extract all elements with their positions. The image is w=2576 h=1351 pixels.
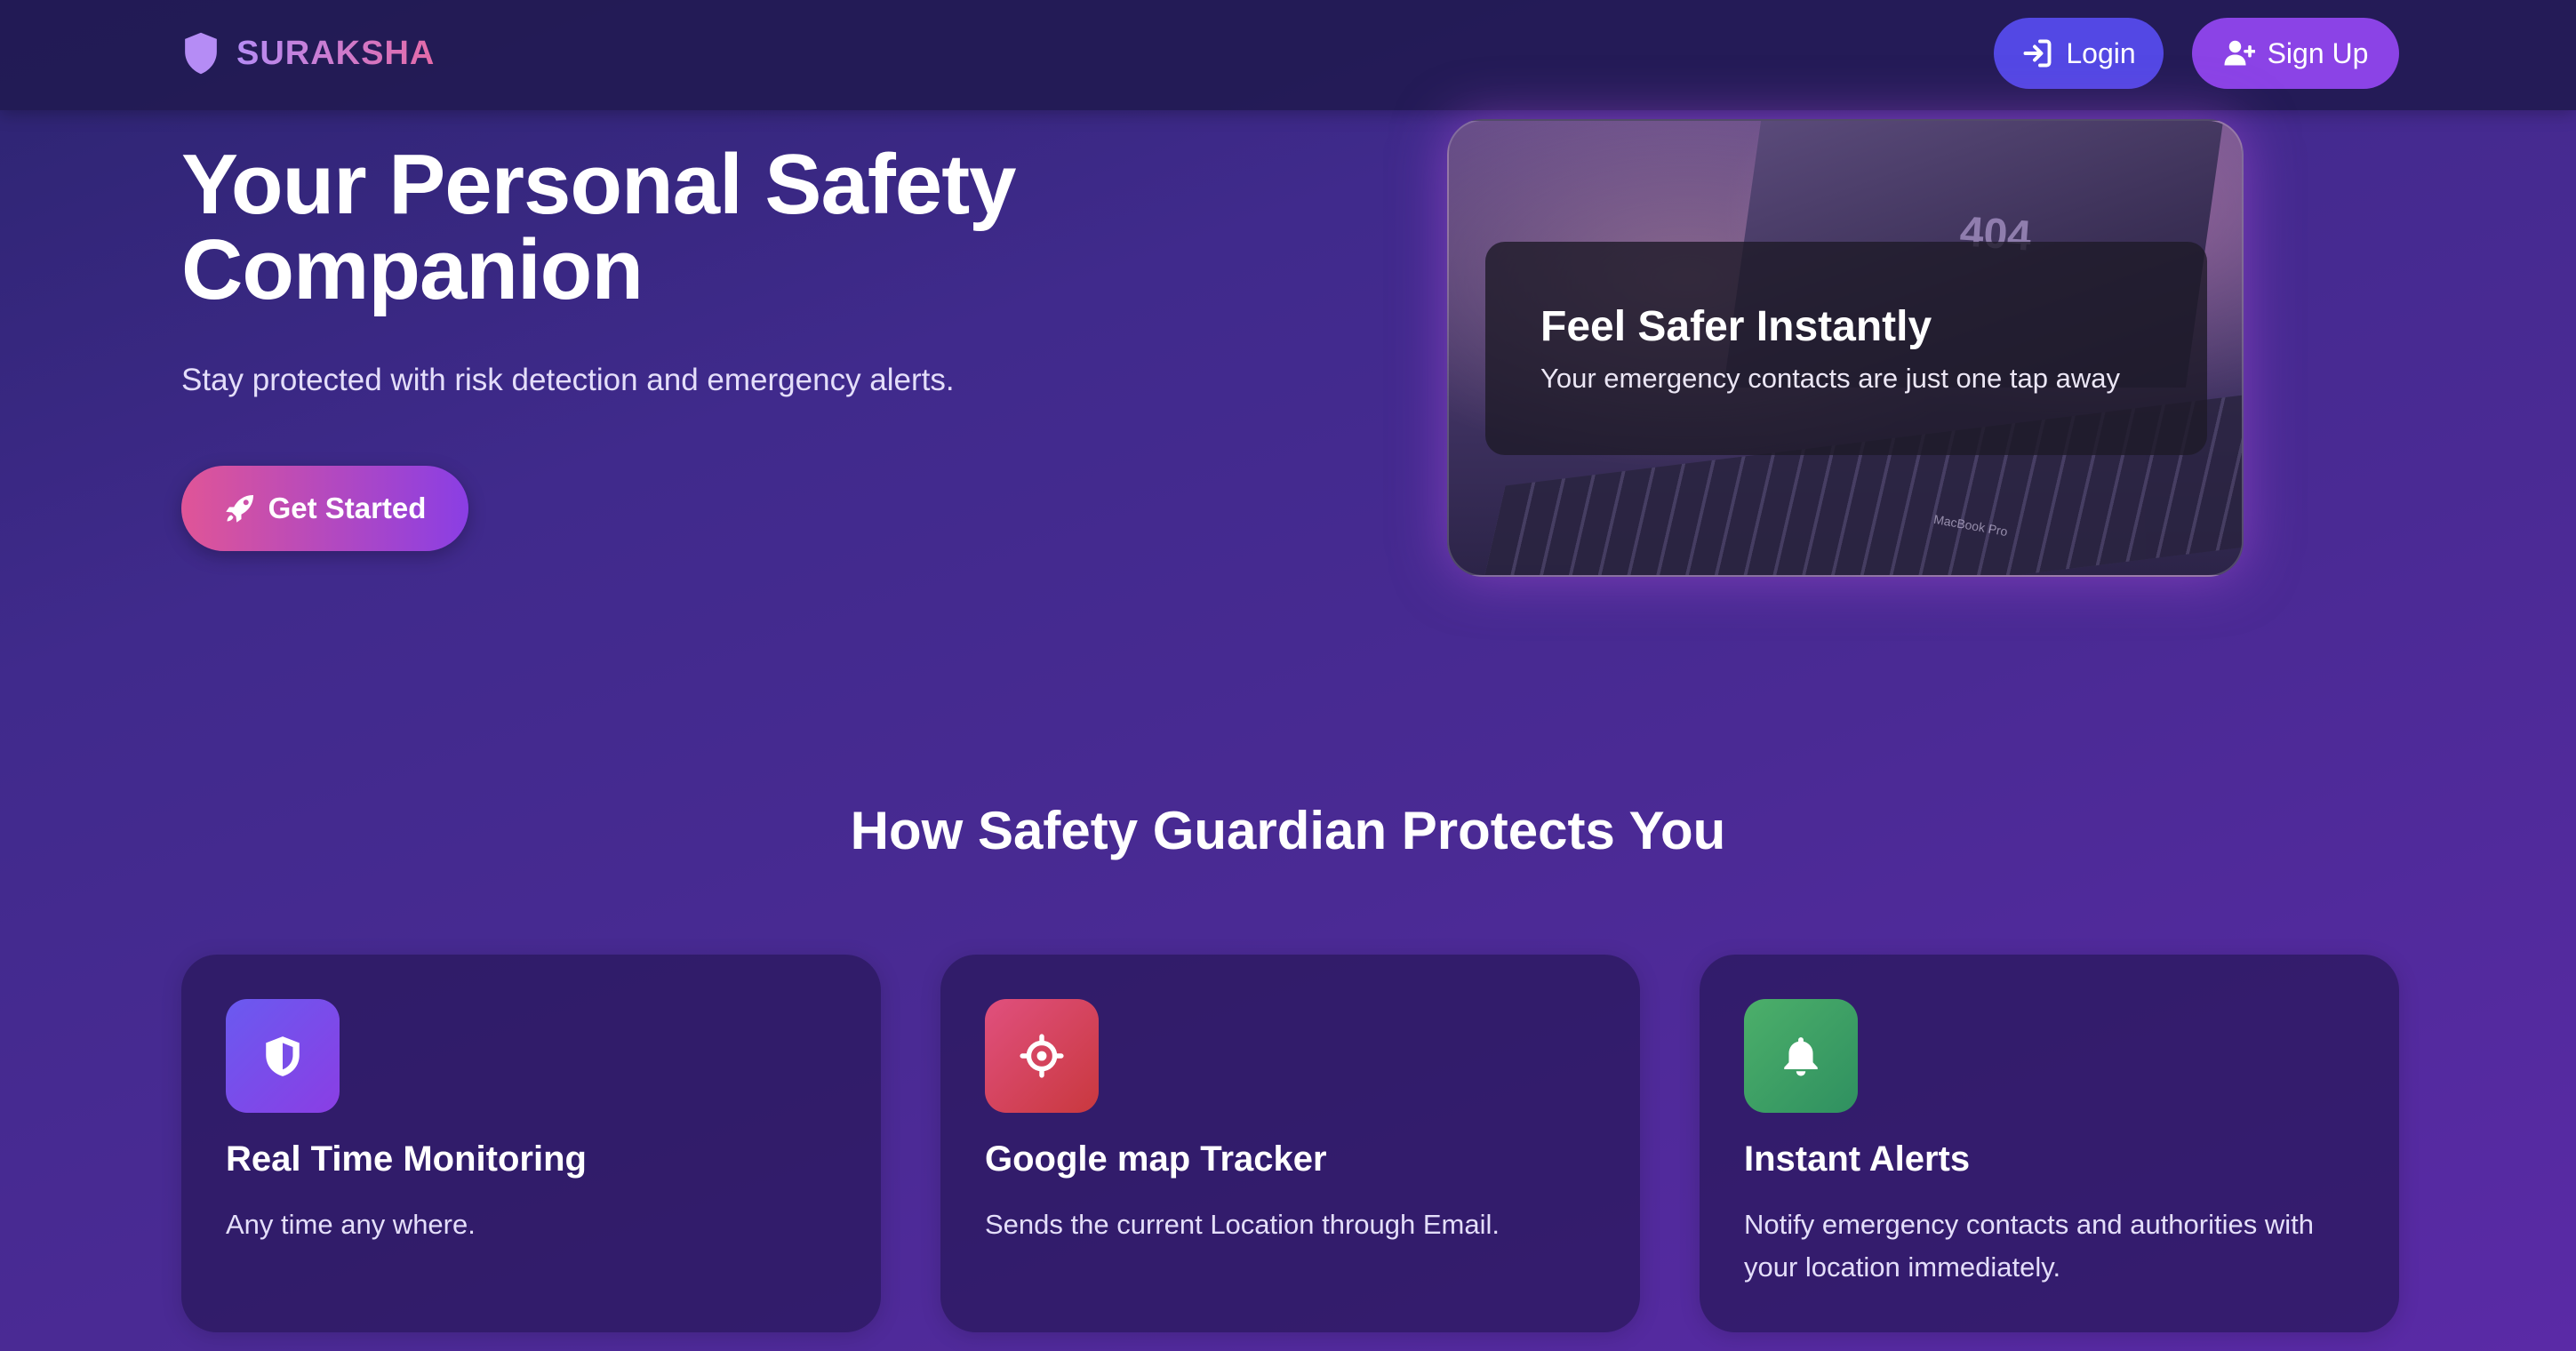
feature-description: Notify emergency contacts and authoritie… xyxy=(1744,1209,2314,1283)
hero-title: Your Personal Safety Companion xyxy=(181,137,1017,317)
bell-icon xyxy=(1784,1037,1818,1076)
feature-icon-badge xyxy=(1744,999,1858,1113)
feature-card-alerts: Instant Alerts Notify emergency contacts… xyxy=(1700,955,2399,1332)
feature-description: Sends the current Location through Email… xyxy=(985,1209,1500,1240)
brand-name: SURAKSHA xyxy=(236,34,436,72)
feature-title: Instant Alerts xyxy=(1744,1139,1971,1179)
feature-card-tracker: Google map Tracker Sends the current Loc… xyxy=(940,955,1640,1332)
rocket-icon xyxy=(225,495,253,523)
get-started-button[interactable]: Get Started xyxy=(181,466,468,551)
shield-icon xyxy=(266,1036,300,1076)
login-button[interactable]: Login xyxy=(1994,18,2164,89)
signup-label: Sign Up xyxy=(2267,36,2369,69)
user-plus-icon xyxy=(2224,40,2255,66)
hero-card-subtitle: Your emergency contacts are just one tap… xyxy=(1540,363,2120,394)
login-label: Login xyxy=(2066,36,2136,69)
feature-title: Google map Tracker xyxy=(985,1139,1327,1179)
shield-icon xyxy=(185,32,217,75)
hero-image-card: 404 MacBook Pro Feel Safer Instantly You… xyxy=(1447,119,2244,577)
brand-logo[interactable]: SURAKSHA xyxy=(181,30,435,76)
sign-in-icon xyxy=(2023,39,2052,68)
navbar: SURAKSHA Login Sign Up xyxy=(0,0,2576,110)
get-started-label: Get Started xyxy=(268,492,427,524)
feature-title: Real Time Monitoring xyxy=(226,1139,587,1179)
crosshair-icon xyxy=(1020,1034,1064,1078)
feature-icon-badge xyxy=(226,999,340,1113)
hero-card-title: Feel Safer Instantly xyxy=(1540,303,1932,350)
feature-icon-badge xyxy=(985,999,1099,1113)
feature-description: Any time any where. xyxy=(226,1209,476,1240)
feature-card-monitoring: Real Time Monitoring Any time any where. xyxy=(181,955,881,1332)
hero-card-overlay: Feel Safer Instantly Your emergency cont… xyxy=(1485,242,2207,455)
signup-button[interactable]: Sign Up xyxy=(2192,18,2399,89)
hero-subtitle: Stay protected with risk detection and e… xyxy=(181,363,955,397)
features-section-title: How Safety Guardian Protects You xyxy=(850,801,1726,860)
